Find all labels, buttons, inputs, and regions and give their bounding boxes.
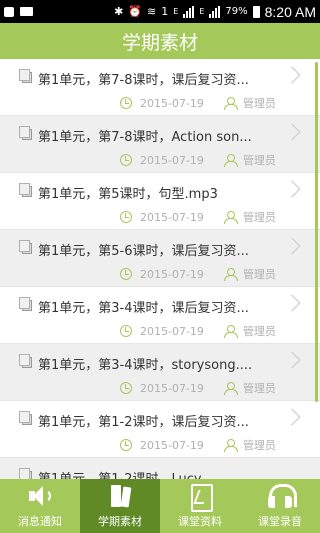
item-date: 2015-07-19 bbox=[140, 381, 204, 395]
item-title: 第1单元，第7-8课时，课后复习资... bbox=[38, 73, 249, 88]
item-title: 第1单元，第1-2课时，课后复习资... bbox=[38, 415, 249, 430]
document-icon bbox=[19, 183, 32, 197]
signal-icon bbox=[183, 5, 195, 18]
chevron-right-icon bbox=[283, 294, 301, 312]
item-author: 管理员 bbox=[242, 382, 276, 395]
user-icon bbox=[223, 154, 238, 167]
network-label-2: E bbox=[173, 7, 179, 16]
user-icon bbox=[223, 97, 238, 110]
list-scrollbar[interactable] bbox=[315, 62, 318, 402]
item-title: 第1单元，第3-4课时，storysong.... bbox=[38, 358, 253, 373]
list-item[interactable]: 第1单元，第3-4课时，课后复习资... 2015-07-19 管理员 bbox=[0, 287, 320, 344]
item-title: 第1单元，第7-8课时，Action son... bbox=[38, 130, 252, 145]
item-author: 管理员 bbox=[242, 268, 276, 281]
clock-icon bbox=[120, 268, 132, 280]
nav-tab-materials[interactable]: 学期素材 bbox=[80, 479, 160, 533]
item-date: 2015-07-19 bbox=[140, 153, 204, 167]
clock-time: 8:20 AM bbox=[264, 3, 316, 20]
nav-tab-label: 学期素材 bbox=[98, 515, 142, 528]
list-item[interactable]: 第1单元，第7-8课时，课后复习资... 2015-07-19 管理员 bbox=[0, 59, 320, 116]
chevron-right-icon bbox=[283, 66, 301, 84]
user-icon bbox=[223, 268, 238, 281]
chevron-right-icon bbox=[283, 180, 301, 198]
item-meta: 2015-07-19 管理员 bbox=[120, 152, 276, 168]
clock-icon bbox=[120, 211, 132, 223]
user-icon bbox=[223, 325, 238, 338]
document-icon bbox=[19, 69, 32, 83]
page-header: 学期素材 bbox=[0, 23, 320, 59]
chevron-right-icon bbox=[283, 408, 301, 426]
mail-icon bbox=[20, 7, 33, 16]
document-icon bbox=[19, 354, 32, 368]
item-title: 第1单元，第5-6课时，课后复习资... bbox=[38, 244, 249, 259]
item-date: 2015-07-19 bbox=[140, 438, 204, 452]
document-icon bbox=[19, 411, 32, 425]
item-author: 管理员 bbox=[242, 439, 276, 452]
item-meta: 2015-07-19 管理员 bbox=[120, 266, 276, 282]
item-title: 第1单元，第1-2课时，Lucy... bbox=[38, 468, 270, 479]
clock-icon bbox=[120, 325, 132, 337]
status-bar: ✱ ⏰ ≋ 1 E E 79% 8:20 AM bbox=[0, 0, 320, 23]
user-icon bbox=[223, 211, 238, 224]
material-list[interactable]: 第1单元，第7-8课时，课后复习资... 2015-07-19 管理员 第1单元… bbox=[0, 59, 320, 479]
item-author: 管理员 bbox=[242, 154, 276, 167]
item-date: 2015-07-19 bbox=[140, 96, 204, 110]
signal-icon-2 bbox=[209, 5, 221, 18]
item-author: 管理员 bbox=[242, 325, 276, 338]
notebook-icon bbox=[187, 483, 213, 512]
clock-icon bbox=[120, 439, 132, 451]
item-meta: 2015-07-19 管理员 bbox=[120, 437, 276, 453]
books-icon bbox=[107, 483, 133, 509]
document-icon bbox=[19, 468, 32, 479]
item-meta: 2015-07-19 管理员 bbox=[120, 95, 276, 111]
item-meta: 2015-07-19 管理员 bbox=[120, 323, 276, 339]
nav-tab-notifications[interactable]: 消息通知 bbox=[0, 479, 80, 533]
headphones-icon bbox=[267, 483, 297, 509]
network-label-1: 1 bbox=[161, 5, 169, 18]
item-meta: 2015-07-19 管理员 bbox=[120, 209, 276, 225]
add-notification-icon bbox=[4, 6, 14, 17]
item-date: 2015-07-19 bbox=[140, 267, 204, 281]
list-item[interactable]: 第1单元，第3-4课时，storysong.... 2015-07-19 管理员 bbox=[0, 344, 320, 401]
item-date: 2015-07-19 bbox=[140, 324, 204, 338]
nav-tab-label: 课堂录音 bbox=[258, 515, 302, 528]
list-item[interactable]: 第1单元，第5课时，句型.mp3 2015-07-19 管理员 bbox=[0, 173, 320, 230]
document-icon bbox=[19, 126, 32, 140]
user-icon bbox=[223, 439, 238, 452]
item-meta: 2015-07-19 管理员 bbox=[120, 380, 276, 396]
clock-icon bbox=[120, 154, 132, 166]
list-item[interactable]: 第1单元，第7-8课时，Action son... 2015-07-19 管理员 bbox=[0, 116, 320, 173]
bottom-navigation: 消息通知 学期素材 课堂资料 课堂录音 bbox=[0, 479, 320, 533]
alarm-icon: ⏰ bbox=[128, 5, 143, 18]
wifi-icon: ≋ bbox=[147, 5, 157, 18]
chevron-right-icon bbox=[283, 351, 301, 369]
item-author: 管理员 bbox=[242, 211, 276, 224]
chevron-right-icon bbox=[283, 237, 301, 255]
document-icon bbox=[19, 297, 32, 311]
page-title: 学期素材 bbox=[121, 31, 198, 54]
clock-icon bbox=[120, 97, 132, 109]
user-icon bbox=[223, 382, 238, 395]
item-date: 2015-07-19 bbox=[140, 210, 204, 224]
bluetooth-icon: ✱ bbox=[114, 5, 124, 18]
document-icon bbox=[19, 240, 32, 254]
nav-tab-label: 消息通知 bbox=[18, 515, 62, 528]
network-label-3: E bbox=[199, 7, 205, 16]
list-item[interactable]: 第1单元，第1-2课时，课后复习资... 2015-07-19 管理员 bbox=[0, 401, 320, 458]
nav-tab-recordings[interactable]: 课堂录音 bbox=[240, 479, 320, 533]
list-item[interactable]: 第1单元，第5-6课时，课后复习资... 2015-07-19 管理员 bbox=[0, 230, 320, 287]
item-author: 管理员 bbox=[242, 97, 276, 110]
battery-icon bbox=[252, 5, 260, 18]
item-title: 第1单元，第5课时，句型.mp3 bbox=[38, 187, 218, 202]
battery-level: 79% bbox=[225, 6, 248, 17]
item-title: 第1单元，第3-4课时，课后复习资... bbox=[38, 301, 249, 316]
chevron-right-icon bbox=[283, 123, 301, 141]
clock-icon bbox=[120, 382, 132, 394]
nav-tab-class-materials[interactable]: 课堂资料 bbox=[160, 479, 240, 533]
speaker-icon bbox=[27, 483, 53, 509]
nav-tab-label: 课堂资料 bbox=[178, 515, 222, 528]
list-item[interactable]: 第1单元，第1-2课时，Lucy... bbox=[0, 458, 320, 479]
